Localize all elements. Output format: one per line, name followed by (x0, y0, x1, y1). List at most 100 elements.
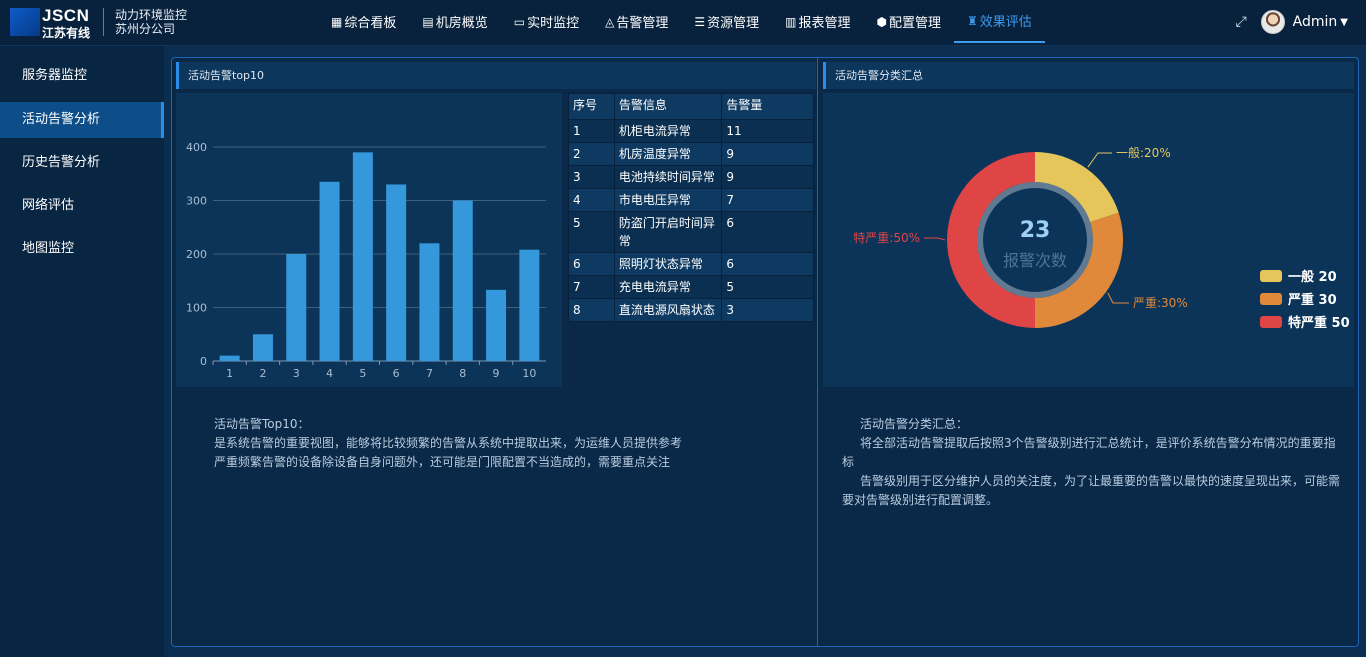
bar-7[interactable] (419, 243, 440, 361)
main-nav: ▦ 综合看板 ▤ 机房概览 ▭ 实时监控 ◬ 告警管理 ☰ 资源管理 ▥ 报表管理 ⬢ 配置管理 ♜ 效果评估 (318, 0, 1045, 44)
summary-donut-chart: 一般:20% 严重:30% 特严重:50% 23 报警次数 (823, 93, 1354, 387)
nav-item-label: 资源管理 (707, 16, 760, 31)
nav-item-label: 效果评估 (979, 15, 1032, 30)
table-header-cell: 告警量 (721, 93, 814, 120)
table-row[interactable]: 1 机柜电流异常 11 (568, 119, 814, 143)
top10-description-title: 活动告警Top10： (214, 417, 310, 431)
slice-label-leader (1087, 152, 1112, 168)
table-row[interactable]: 7 充电电流异常 5 (568, 275, 814, 299)
analysis-frame: 活动告警top10 0 100 200 300 400 1 2 3 4 5 6 7 8 9 10 序号 告警信… (171, 57, 1359, 647)
sidebar-item-1[interactable]: 服务器监控 (0, 58, 164, 94)
company-logo: JSCN 江苏有线 (10, 6, 98, 40)
summary-description-line: 将全部活动告警提取后按照3个告警级别进行汇总统计，是评价系统告警分布情况的重要指… (842, 436, 1336, 469)
table-row[interactable]: 6 照明灯状态异常 6 (568, 252, 814, 276)
top10-panel-title: 活动告警top10 (176, 62, 816, 89)
avatar[interactable] (1260, 10, 1285, 34)
user-name[interactable]: Admin (1293, 14, 1338, 30)
table-cell: 8 (568, 298, 615, 322)
nav-item-1[interactable]: ▦ 综合看板 (318, 0, 409, 43)
table-cell: 6 (721, 252, 814, 276)
bar-2[interactable] (252, 334, 273, 361)
bar-3[interactable] (286, 254, 307, 361)
logo-mark-icon (10, 8, 40, 36)
sidebar: 服务器监控活动告警分析 历史告警分析 网络评估地图监控 (0, 46, 164, 657)
nav-item-label: 配置管理 (888, 16, 941, 31)
caret-down-icon[interactable]: ▼ (1340, 17, 1348, 28)
y-tick-label: 100 (186, 302, 207, 315)
table-cell: 照明灯状态异常 (613, 252, 723, 276)
bar-1[interactable] (219, 355, 240, 361)
legend-item[interactable]: 严重 30 (1260, 287, 1350, 310)
bar-chart-icon: ▥ (785, 14, 797, 29)
bar-5[interactable] (352, 152, 373, 361)
table-header-cell: 序号 (568, 93, 615, 120)
donut-center-label: 报警次数 (1003, 251, 1067, 270)
nav-item-4[interactable]: ◬ 告警管理 (592, 0, 681, 43)
slice-label: 一般:20% (1116, 145, 1171, 160)
legend-item[interactable]: 特严重 50 (1260, 310, 1350, 333)
nav-item-label: 告警管理 (616, 16, 669, 31)
table-cell: 1 (568, 119, 615, 143)
table-cell: 2 (568, 142, 615, 166)
donut-center-value: 23 (1020, 218, 1051, 243)
bar-chart-svg: 0 100 200 300 400 1 2 3 4 5 6 7 8 9 10 (186, 141, 546, 380)
system-title-line1: 动力环境监控 (115, 8, 188, 22)
table-cell: 机房温度异常 (613, 142, 723, 166)
bar-10[interactable] (519, 249, 540, 361)
slice-label: 严重:30% (1133, 296, 1188, 310)
table-cell: 4 (568, 188, 615, 212)
nav-item-2[interactable]: ▤ 机房概览 (409, 0, 500, 43)
table-row[interactable]: 3 电池持续时间异常 9 (568, 165, 814, 189)
x-tick-label: 9 (493, 367, 500, 380)
legend-label: 严重 30 (1288, 293, 1337, 308)
donut-legend: 一般 20 严重 30 特严重 50 (1260, 264, 1350, 333)
nav-item-5[interactable]: ☰ 资源管理 (681, 0, 772, 43)
sidebar-item-5[interactable]: 地图监控 (0, 231, 164, 267)
nav-item-label: 报表管理 (798, 16, 851, 31)
summary-description: 活动告警分类汇总： 将全部活动告警提取后按照3个告警级别进行汇总统计，是评价系统… (842, 415, 1342, 510)
nav-item-label: 综合看板 (344, 16, 397, 31)
panel-divider (817, 58, 818, 646)
table-row[interactable]: 8 直流电源风扇状态 3 (568, 298, 814, 322)
nav-item-8[interactable]: ♜ 效果评估 (953, 0, 1045, 43)
summary-panel-title: 活动告警分类汇总 (823, 62, 1354, 89)
y-tick-label: 300 (186, 195, 207, 208)
x-tick-label: 2 (259, 367, 266, 380)
bar-6[interactable] (386, 184, 407, 361)
y-tick-label: 0 (200, 355, 207, 368)
legend-item[interactable]: 一般 20 (1260, 264, 1350, 287)
top10-bar-chart: 0 100 200 300 400 1 2 3 4 5 6 7 8 9 10 (176, 93, 562, 387)
x-tick-label: 5 (359, 367, 366, 380)
table-row[interactable]: 4 市电电压异常 7 (568, 188, 814, 212)
table-row[interactable]: 5 防盗门开启时间异常 6 (568, 211, 814, 253)
database-icon: ☰ (694, 14, 706, 29)
table-cell: 9 (721, 165, 814, 189)
slice-label: 特严重:50% (853, 230, 920, 245)
nav-item-6[interactable]: ▥ 报表管理 (772, 0, 863, 43)
x-tick-label: 4 (326, 367, 333, 380)
table-cell: 机柜电流异常 (613, 119, 723, 143)
bar-4[interactable] (319, 181, 340, 361)
nav-item-label: 机房概览 (435, 16, 488, 31)
top10-description-line: 是系统告警的重要视图，能够将比较频繁的告警从系统中提取出来，为运维人员提供参考 (214, 436, 683, 450)
summary-description-title: 活动告警分类汇总： (860, 417, 969, 431)
logo-subtext: 江苏有线 (42, 26, 91, 40)
fullscreen-icon[interactable]: ⤢ (1235, 14, 1246, 30)
table-row[interactable]: 2 机房温度异常 9 (568, 142, 814, 166)
bar-9[interactable] (486, 289, 507, 361)
nav-item-3[interactable]: ▭ 实时监控 (501, 0, 592, 43)
sitemap-icon: ♜ (966, 13, 978, 28)
main-content: 活动告警top10 0 100 200 300 400 1 2 3 4 5 6 7 8 9 10 序号 告警信… (164, 46, 1366, 657)
bell-icon: ◬ (605, 14, 615, 29)
table-cell: 6 (721, 211, 814, 253)
x-tick-label: 3 (293, 367, 300, 380)
sidebar-item-4[interactable]: 网络评估 (0, 188, 164, 224)
donut-chart-svg: 一般:20% 严重:30% 特严重:50% 23 报警次数 (853, 145, 1188, 328)
sidebar-item-3[interactable]: 历史告警分析 (0, 145, 164, 181)
table-cell: 防盗门开启时间异常 (613, 211, 723, 253)
table-cell: 9 (721, 142, 814, 166)
y-tick-label: 200 (186, 248, 207, 261)
nav-item-7[interactable]: ⬢ 配置管理 (863, 0, 954, 43)
sidebar-item-2[interactable]: 活动告警分析 (0, 102, 164, 138)
bar-8[interactable] (452, 200, 473, 362)
